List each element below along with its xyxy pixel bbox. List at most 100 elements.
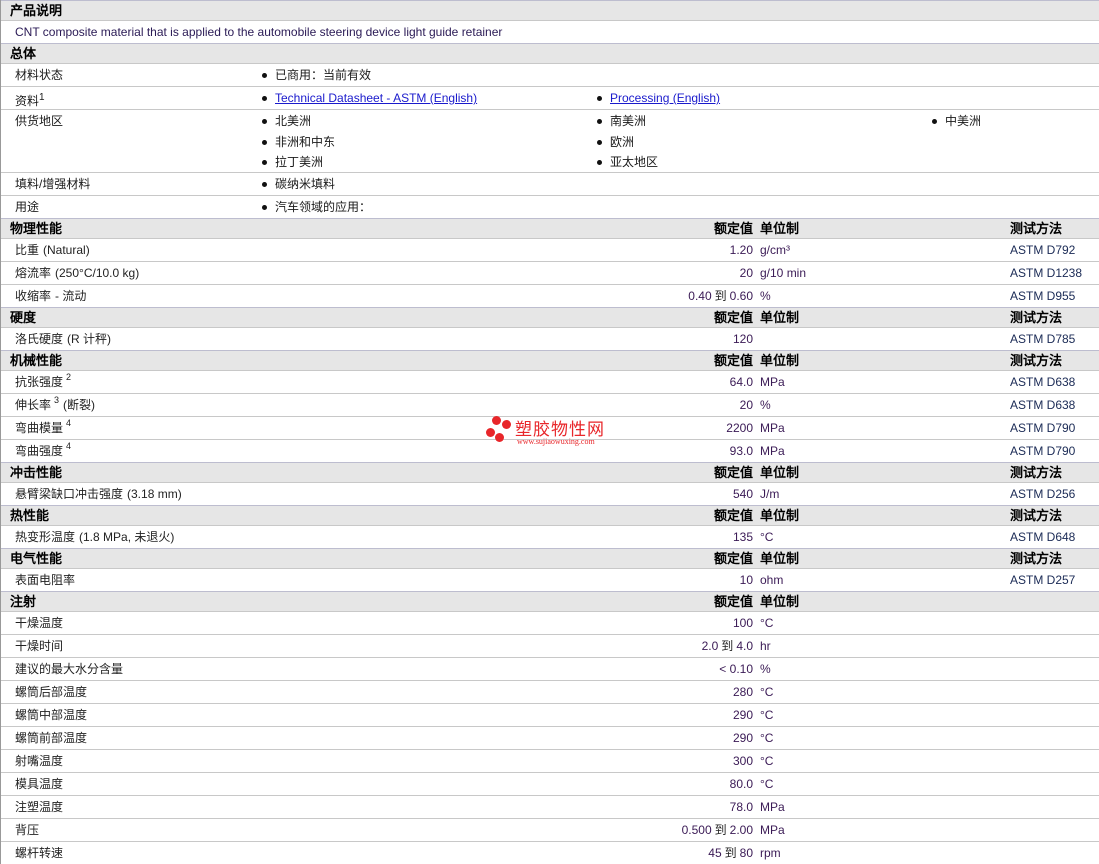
footnote-marker: 3 — [54, 395, 60, 405]
property-value: 2200 — [726, 417, 753, 439]
property-unit: MPa — [760, 444, 785, 458]
property-unit: °C — [760, 731, 774, 745]
property-condition: (250°C/10.0 kg) — [55, 266, 140, 280]
property-value: 120 — [733, 328, 753, 350]
property-unit: J/m — [760, 487, 780, 501]
property-unit: °C — [760, 777, 774, 791]
range-word: 到 — [714, 823, 727, 837]
value-min: 135 — [732, 530, 753, 544]
property-row: 螺筒前部温度 290 °C — [1, 726, 1099, 749]
column-header-method: 测试方法 — [1010, 551, 1063, 566]
column-header-method: 测试方法 — [1010, 310, 1063, 325]
property-label: 背压 — [15, 819, 39, 841]
property-unit: MPa — [760, 800, 785, 814]
list-item-text: 拉丁美洲 — [275, 155, 324, 169]
column-header-unit: 单位制 — [760, 465, 800, 480]
row-label: 填料/增强材料 — [15, 173, 90, 195]
property-condition: (R 计秤) — [67, 332, 112, 346]
value-min: 20 — [739, 398, 753, 412]
property-name: 螺杆转速 — [15, 846, 64, 860]
property-name: 表面电阻率 — [15, 573, 76, 587]
property-name: 弯曲强度 — [15, 444, 64, 458]
property-row: 收缩率 - 流动 0.40 到 0.60% ASTM D955 — [1, 284, 1099, 307]
general-row: 用途 汽车领域的应用： — [1, 195, 1099, 218]
property-label: 比重 (Natural) — [15, 239, 90, 261]
property-label: 射嘴温度 — [15, 750, 63, 772]
column-header-method: 测试方法 — [1010, 508, 1063, 523]
column-header-unit: 单位制 — [760, 353, 800, 368]
property-label: 螺筒前部温度 — [15, 727, 87, 749]
test-method: ASTM D790 — [1010, 444, 1076, 458]
value-max: 4.0 — [736, 639, 753, 653]
property-value: 300 — [733, 750, 753, 772]
property-value: 290 — [733, 727, 753, 749]
value-min: 300 — [732, 754, 753, 768]
property-condition: - 流动 — [55, 289, 87, 303]
test-method: ASTM D256 — [1010, 487, 1076, 501]
section-title: 冲击性能 — [10, 465, 63, 480]
property-row: 模具温度 80.0 °C — [1, 772, 1099, 795]
column-header-method: 测试方法 — [1010, 465, 1063, 480]
property-row: 熔流率 (250°C/10.0 kg) 20 g/10 min ASTM D1238 — [1, 261, 1099, 284]
watermark-url: www.sujiaowuxing.com — [517, 437, 595, 446]
row-label-text: 供货地区 — [15, 114, 64, 128]
value-min: 10 — [739, 573, 753, 587]
column-header-unit: 单位制 — [760, 594, 800, 609]
property-label: 洛氏硬度 (R 计秤) — [15, 328, 111, 350]
test-method: ASTM D785 — [1010, 332, 1076, 346]
property-row: 热变形温度 (1.8 MPa, 未退火) 135 °C ASTM D648 — [1, 525, 1099, 548]
footnote-marker: 4 — [66, 418, 72, 428]
section-header: 热性能 额定值 单位制 测试方法 — [1, 505, 1099, 525]
product-description: CNT composite material that is applied t… — [1, 20, 1099, 43]
datasheet-link[interactable]: Technical Datasheet - ASTM (English) — [275, 91, 477, 105]
property-row: 表面电阻率 10 ohm ASTM D257 — [1, 568, 1099, 591]
range-word: 到 — [721, 639, 734, 653]
property-label: 螺筒中部温度 — [15, 704, 87, 726]
bullet-column: 北美洲 非洲和中东 拉丁美洲 — [261, 110, 335, 172]
property-unit: °C — [760, 708, 774, 722]
test-method: ASTM D1238 — [1010, 266, 1083, 280]
property-value: 10 — [740, 569, 753, 591]
value-min: 64.0 — [729, 375, 753, 389]
row-label-text: 资料 — [15, 94, 40, 108]
property-unit: % — [760, 289, 771, 303]
value-min: 120 — [732, 332, 753, 346]
property-label: 悬臂梁缺口冲击强度 (3.18 mm) — [15, 483, 182, 505]
bullet-column: 碳纳米填料 — [261, 173, 335, 195]
property-label: 干燥时间 — [15, 635, 63, 657]
property-row: 洛氏硬度 (R 计秤) 120 ASTM D785 — [1, 327, 1099, 350]
value-min: 290 — [732, 731, 753, 745]
watermark-logo: 塑胶物性网 www.sujiaowuxing.com — [486, 413, 626, 453]
list-item: Processing (English) — [596, 87, 720, 109]
bullet-column: 汽车领域的应用： — [261, 196, 371, 218]
property-value: 45 到 80 — [708, 842, 753, 864]
property-unit: g/10 min — [760, 266, 807, 280]
section-header: 电气性能 额定值 单位制 测试方法 — [1, 548, 1099, 568]
property-name: 注塑温度 — [15, 800, 64, 814]
property-label: 熔流率 (250°C/10.0 kg) — [15, 262, 139, 284]
column-header-value: 额定值 — [713, 465, 753, 480]
property-unit: °C — [760, 616, 774, 630]
property-name: 洛氏硬度 — [15, 332, 64, 346]
section-title: 总体 — [10, 46, 37, 61]
general-row: 供货地区 北美洲 非洲和中东 拉丁美洲 南美洲 欧洲 亚太地区 中美洲 — [1, 109, 1099, 172]
property-value: 78.0 — [730, 796, 753, 818]
test-method: ASTM D638 — [1010, 375, 1076, 389]
section-title: 机械性能 — [10, 353, 63, 368]
property-value: 290 — [733, 704, 753, 726]
section-title: 产品说明 — [10, 3, 63, 18]
datasheet-link[interactable]: Processing (English) — [610, 91, 720, 105]
property-value: 280 — [733, 681, 753, 703]
property-name: 悬臂梁缺口冲击强度 — [15, 487, 124, 501]
list-item-text: 亚太地区 — [610, 155, 659, 169]
section-title: 注射 — [10, 594, 37, 609]
footnote-marker: 4 — [66, 441, 72, 451]
general-row: 资料1 Technical Datasheet - ASTM (English) P… — [1, 86, 1099, 109]
test-method: ASTM D638 — [1010, 398, 1076, 412]
property-name: 抗张强度 — [15, 375, 64, 389]
property-row: 干燥时间 2.0 到 4.0 hr — [1, 634, 1099, 657]
range-word: 到 — [724, 846, 737, 860]
property-row: 抗张强度 2 64.0 MPa ASTM D638 — [1, 370, 1099, 393]
value-min: 1.20 — [729, 243, 753, 257]
list-item: 碳纳米填料 — [261, 173, 335, 195]
